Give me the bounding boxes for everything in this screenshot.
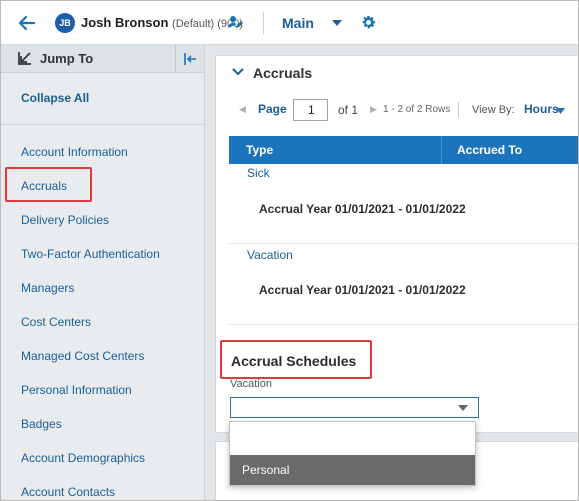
vacation-schedule-select[interactable] (230, 397, 479, 418)
accrual-schedules-title: Accrual Schedules (231, 353, 357, 369)
chevron-down-icon[interactable] (332, 20, 342, 26)
sidebar-item-delivery-policies[interactable]: Delivery Policies (1, 203, 204, 237)
sidebar-item-account-information[interactable]: Account Information (1, 135, 204, 169)
sidebar-item-account-demographics[interactable]: Account Demographics (1, 441, 204, 475)
column-header-accrued-to[interactable]: Accrued To (457, 143, 522, 157)
view-by-select[interactable]: Hours (524, 102, 559, 116)
sidebar-item-managed-cost-centers[interactable]: Managed Cost Centers (1, 339, 204, 373)
back-arrow-icon[interactable] (17, 13, 37, 33)
vacation-schedule-dropdown: Personal (229, 421, 476, 486)
header-divider (263, 12, 264, 34)
pager: ◀ Page of 1 ▶ 1 - 2 of 2 Rows View By: H… (236, 99, 578, 121)
row-divider (229, 243, 578, 244)
top-bar: JB Josh Bronson (Default) (900) Main (1, 1, 578, 45)
collapse-panel-button[interactable] (175, 45, 204, 73)
sidebar-item-badges[interactable]: Badges (1, 407, 204, 441)
chevron-down-icon[interactable] (232, 67, 244, 77)
sidebar-item-personal-information[interactable]: Personal Information (1, 373, 204, 407)
user-edit-icon[interactable] (227, 14, 243, 30)
chevron-down-icon[interactable] (556, 108, 565, 114)
dropdown-option-empty[interactable] (230, 422, 475, 455)
view-by-label: View By: (472, 104, 515, 116)
row-count: 1 - 2 of 2 Rows (383, 104, 451, 115)
jump-to-label: Jump To (40, 51, 94, 66)
main-menu[interactable]: Main (282, 15, 314, 31)
collapse-left-icon (184, 53, 196, 65)
page-count: of 1 (338, 103, 359, 117)
accruals-table-header: Type Accrued To (229, 136, 578, 164)
user-name: Josh Bronson (81, 15, 169, 30)
page-label: Page (258, 102, 287, 116)
sidebar-item-cost-centers[interactable]: Cost Centers (1, 305, 204, 339)
accrual-type-link[interactable]: Vacation (247, 248, 293, 262)
accruals-card: Accruals ◀ Page of 1 ▶ 1 - 2 of 2 Rows V… (215, 55, 578, 433)
sidebar-item-account-contacts[interactable]: Account Contacts (1, 475, 204, 500)
sidebar-item-managers[interactable]: Managers (1, 271, 204, 305)
jump-to-sidebar: Jump To Collapse All Account Information… (1, 45, 205, 500)
gear-icon[interactable] (360, 14, 377, 31)
vacation-field-label: Vacation (230, 378, 272, 390)
page-number-input[interactable] (293, 99, 328, 121)
chevron-down-icon (458, 405, 468, 411)
jump-arrow-icon (18, 52, 31, 65)
next-page-icon[interactable]: ▶ (370, 104, 377, 115)
sidebar-item-two-factor-authentication[interactable]: Two-Factor Authentication (1, 237, 204, 271)
dropdown-option-personal[interactable]: Personal (230, 455, 475, 485)
accruals-section-title: Accruals (253, 65, 313, 81)
sidebar-nav: Account Information Accruals Delivery Po… (1, 135, 204, 500)
accrual-type-link[interactable]: Sick (247, 166, 270, 180)
column-header-type[interactable]: Type (246, 143, 273, 157)
sidebar-divider (1, 124, 204, 125)
accrual-year-text: Accrual Year 01/01/2021 - 01/01/2022 (259, 202, 466, 216)
row-divider (229, 324, 578, 325)
avatar: JB (55, 13, 75, 33)
previous-page-icon[interactable]: ◀ (239, 104, 246, 115)
app-window: JB Josh Bronson (Default) (900) Main Jum… (0, 0, 579, 501)
pager-divider (458, 102, 459, 118)
accrual-year-text: Accrual Year 01/01/2021 - 01/01/2022 (259, 283, 466, 297)
user-name-block: Josh Bronson (Default) (900) (81, 15, 243, 30)
column-divider (441, 136, 442, 164)
jump-to-header: Jump To (1, 45, 204, 73)
collapse-all-link[interactable]: Collapse All (21, 91, 89, 105)
sidebar-item-accruals[interactable]: Accruals (1, 169, 204, 203)
